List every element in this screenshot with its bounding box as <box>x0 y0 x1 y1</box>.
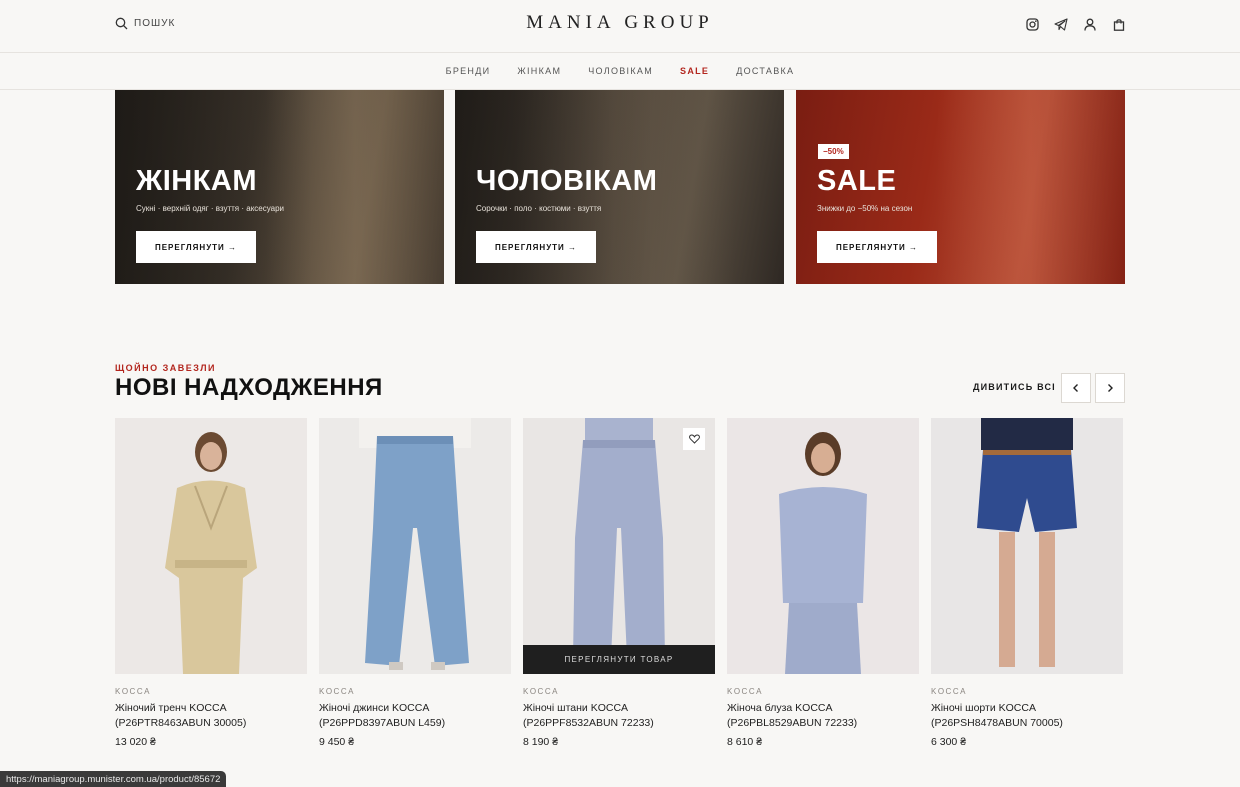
product-photo-blouse <box>779 432 867 674</box>
product-name[interactable]: Жіноча блуза KOCCA (P26PBL8529ABUN 72233… <box>727 701 919 731</box>
product-brand: KOCCA <box>523 687 559 696</box>
product-photo-trench <box>165 432 257 674</box>
nav-men[interactable]: ЧОЛОВІКАМ <box>588 66 653 76</box>
heart-icon <box>688 434 700 444</box>
product-name[interactable]: Жіночі шорти KOCCA (P26PSH8478ABUN 70005… <box>931 701 1123 731</box>
banner-title: ЖІНКАМ <box>136 165 258 197</box>
section-title: НОВІ НАДХОДЖЕННЯ <box>115 374 383 401</box>
banner-title: SALE <box>817 165 897 197</box>
carousel-next-button[interactable] <box>1095 373 1125 403</box>
wishlist-button[interactable] <box>683 428 705 450</box>
product-price: 13 020 ₴ <box>115 736 156 748</box>
banner-title: ЧОЛОВІКАМ <box>476 165 658 197</box>
chevron-right-icon <box>1108 384 1113 392</box>
account-icon[interactable] <box>1083 17 1097 31</box>
product-image[interactable] <box>115 418 307 674</box>
product-price: 8 190 ₴ <box>523 736 559 748</box>
product-brand: KOCCA <box>115 687 151 696</box>
view-button[interactable]: ПЕРЕГЛЯНУТИ → <box>136 231 256 263</box>
view-button[interactable]: ПЕРЕГЛЯНУТИ → <box>817 231 937 263</box>
product-brand: KOCCA <box>931 687 967 696</box>
banner-women[interactable]: ЖІНКАМ Сукні · верхній одяг · взуття · а… <box>115 90 444 284</box>
chevron-left-icon <box>1073 384 1078 392</box>
status-url: https://maniagroup.munister.com.ua/produ… <box>0 771 227 787</box>
product-name[interactable]: Жіночий тренч KOCCA (P26PTR8463ABUN 3000… <box>115 701 307 731</box>
quick-view-button[interactable]: ПЕРЕГЛЯНУТИ ТОВАР <box>523 645 715 674</box>
banner-men[interactable]: ЧОЛОВІКАМ Сорочки · поло · костюми · взу… <box>455 90 784 284</box>
product-photo-jeans <box>359 418 471 670</box>
carousel-prev-button[interactable] <box>1061 373 1091 403</box>
product-card[interactable]: KOCCA Жіночий тренч KOCCA (P26PTR8463ABU… <box>115 418 307 748</box>
nav-women[interactable]: ЖІНКАМ <box>517 66 561 76</box>
product-image[interactable] <box>727 418 919 674</box>
product-image[interactable] <box>931 418 1123 674</box>
banner-subtitle: Знижки до −50% на сезон <box>817 204 913 213</box>
instagram-icon[interactable] <box>1025 17 1039 31</box>
nav-sale[interactable]: SALE <box>680 66 709 76</box>
nav-brands[interactable]: БРЕНДИ <box>446 66 491 76</box>
telegram-icon[interactable] <box>1054 17 1068 31</box>
product-brand: KOCCA <box>727 687 763 696</box>
product-price: 9 450 ₴ <box>319 736 355 748</box>
product-photo-trousers <box>573 418 665 658</box>
main-nav: БРЕНДИ ЖІНКАМ ЧОЛОВІКАМ SALE ДОСТАВКА <box>0 53 1240 90</box>
site-header: ПОШУК MANIA GROUP <box>0 0 1240 53</box>
product-card[interactable]: ПЕРЕГЛЯНУТИ ТОВАР KOCCA Жіночі штани KOC… <box>523 418 715 748</box>
product-price: 8 610 ₴ <box>727 736 763 748</box>
product-price: 6 300 ₴ <box>931 736 967 748</box>
product-card[interactable]: KOCCA Жіноча блуза KOCCA (P26PBL8529ABUN… <box>727 418 919 748</box>
product-image[interactable]: ПЕРЕГЛЯНУТИ ТОВАР <box>523 418 715 674</box>
bag-icon[interactable] <box>1112 17 1126 31</box>
banner-subtitle: Сукні · верхній одяг · взуття · аксесуар… <box>136 204 285 213</box>
nav-delivery[interactable]: ДОСТАВКА <box>736 66 794 76</box>
banner-photo <box>936 90 1125 284</box>
banner-sale[interactable]: −50% SALE Знижки до −50% на сезон ПЕРЕГЛ… <box>796 90 1125 284</box>
view-all-link[interactable]: ДИВИТИСЬ ВСІ <box>973 382 1056 392</box>
product-name[interactable]: Жіночі джинси KOCCA (P26PPD8397ABUN L459… <box>319 701 511 731</box>
product-card[interactable]: KOCCA Жіночі шорти KOCCA (P26PSH8478ABUN… <box>931 418 1123 748</box>
section-eyebrow: ЩОЙНО ЗАВЕЗЛИ <box>115 363 216 373</box>
discount-badge: −50% <box>818 144 849 159</box>
product-image[interactable] <box>319 418 511 674</box>
view-button[interactable]: ПЕРЕГЛЯНУТИ → <box>476 231 596 263</box>
product-name[interactable]: Жіночі штани KOCCA (P26PPF8532ABUN 72233… <box>523 701 715 731</box>
product-photo-shorts <box>977 418 1077 667</box>
product-card[interactable]: KOCCA Жіночі джинси KOCCA (P26PPD8397ABU… <box>319 418 511 748</box>
banner-subtitle: Сорочки · поло · костюми · взуття <box>476 204 602 213</box>
product-brand: KOCCA <box>319 687 355 696</box>
